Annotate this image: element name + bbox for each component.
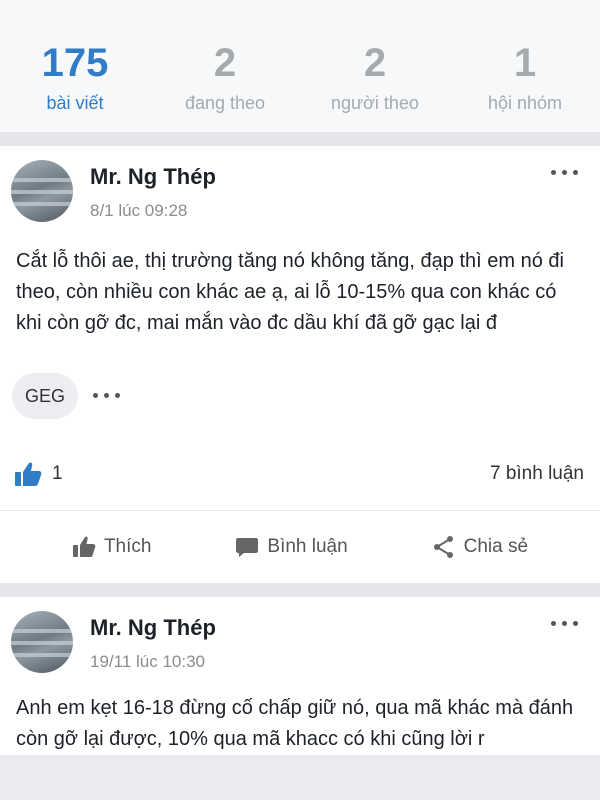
post-content: Anh em kẹt 16-18 đừng cố chấp giữ nó, qu… bbox=[16, 697, 574, 750]
profile-stats: 175 bài viết 2 đang theo 2 người theo 1 … bbox=[0, 0, 600, 132]
like-button[interactable]: Thích bbox=[72, 535, 152, 559]
comment-bubble-icon bbox=[236, 538, 259, 557]
stat-groups-count: 1 bbox=[513, 41, 537, 85]
post-tags: GEG bbox=[0, 373, 600, 421]
post-card: Mr. Ng Thép 19/11 lúc 10:30 Anh em kẹt 1… bbox=[0, 597, 600, 755]
divider bbox=[0, 132, 600, 146]
stat-followers-label: người theo bbox=[331, 93, 419, 113]
like-count[interactable]: 1 bbox=[52, 463, 63, 485]
post-content: Cắt lỗ thôi ae, thị trường tăng nó không… bbox=[16, 250, 564, 334]
stat-followers[interactable]: 2 người theo bbox=[300, 38, 450, 132]
avatar[interactable] bbox=[11, 160, 73, 222]
stat-posts-label: bài viết bbox=[46, 93, 104, 113]
stat-following-count: 2 bbox=[213, 41, 237, 85]
stat-following-label: đang theo bbox=[184, 93, 266, 113]
comment-label: Bình luận bbox=[267, 536, 348, 557]
divider bbox=[0, 583, 600, 597]
stat-groups[interactable]: 1 hội nhóm bbox=[450, 38, 600, 132]
stat-posts[interactable]: 175 bài viết bbox=[0, 38, 150, 132]
stat-followers-count: 2 bbox=[363, 41, 387, 85]
post-header: Mr. Ng Thép 19/11 lúc 10:30 bbox=[0, 597, 600, 679]
more-dots-icon[interactable] bbox=[551, 170, 578, 175]
share-button[interactable]: Chia sẻ bbox=[432, 535, 528, 559]
post-author[interactable]: Mr. Ng Thép bbox=[90, 164, 216, 190]
stat-groups-label: hội nhóm bbox=[487, 93, 563, 113]
post-actions: Thích Bình luận Chia sẻ bbox=[0, 511, 600, 583]
thumbs-up-icon bbox=[15, 462, 42, 486]
stat-posts-count: 175 bbox=[41, 41, 109, 85]
like-label: Thích bbox=[103, 536, 152, 557]
stock-tag[interactable]: GEG bbox=[12, 373, 79, 419]
more-dots-icon[interactable] bbox=[551, 621, 578, 626]
post-author[interactable]: Mr. Ng Thép bbox=[90, 615, 216, 641]
post-reactions: 1 7 bình luận bbox=[0, 421, 600, 511]
more-dots-icon[interactable] bbox=[93, 393, 120, 398]
share-label: Chia sẻ bbox=[463, 536, 529, 557]
comment-button[interactable]: Bình luận bbox=[235, 535, 348, 559]
post-time: 8/1 lúc 09:28 bbox=[90, 201, 188, 220]
post-time: 19/11 lúc 10:30 bbox=[90, 652, 205, 671]
comment-count[interactable]: 7 bình luận bbox=[490, 463, 584, 485]
stat-following[interactable]: 2 đang theo bbox=[150, 38, 300, 132]
avatar[interactable] bbox=[11, 611, 73, 673]
thumbs-up-icon bbox=[72, 536, 96, 557]
share-icon bbox=[433, 536, 453, 558]
post-header: Mr. Ng Thép 8/1 lúc 09:28 bbox=[0, 146, 600, 228]
post-card: Mr. Ng Thép 8/1 lúc 09:28 Cắt lỗ thôi ae… bbox=[0, 146, 600, 583]
